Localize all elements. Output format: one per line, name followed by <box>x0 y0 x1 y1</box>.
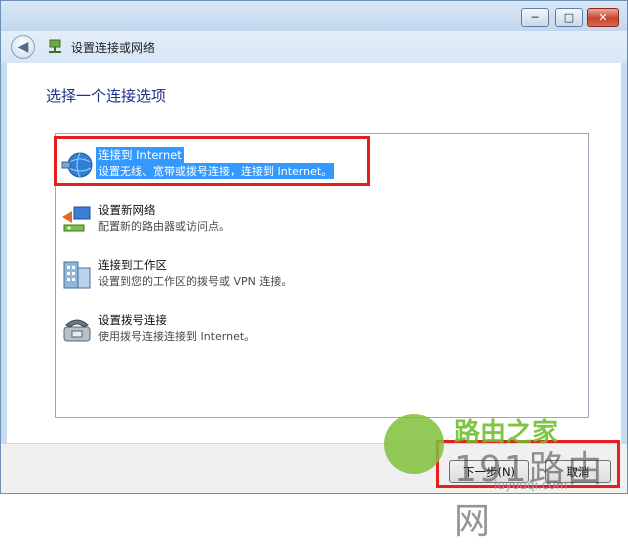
option-dialup[interactable]: 设置拨号连接 使用拨号连接连接到 Internet。 <box>60 309 580 353</box>
option-description: 设置到您的工作区的拨号或 VPN 连接。 <box>98 275 293 288</box>
option-title: 连接到工作区 <box>98 258 167 272</box>
close-button[interactable]: ✕ <box>587 8 619 27</box>
option-description: 配置新的路由器或访问点。 <box>98 220 230 233</box>
option-title: 设置新网络 <box>98 203 156 217</box>
wizard-title: 设置连接或网络 <box>71 41 156 55</box>
workplace-icon <box>63 261 91 289</box>
network-setup-icon <box>49 39 61 53</box>
navigation-bar: ◀ 设置连接或网络 <box>1 31 627 63</box>
option-workplace[interactable]: 连接到工作区 设置到您的工作区的拨号或 VPN 连接。 <box>60 254 580 298</box>
dialup-phone-icon <box>63 319 91 342</box>
page-heading: 选择一个连接选项 <box>46 87 167 105</box>
back-button[interactable]: ◀ <box>11 35 35 59</box>
option-new-network[interactable]: 设置新网络 配置新的路由器或访问点。 <box>60 199 580 243</box>
highlight-box-internet-option <box>54 136 370 186</box>
wizard-window: ─ □ ✕ ◀ 设置连接或网络 选择一个连接选项 连接到 Internet 设置… <box>0 0 628 494</box>
minimize-button[interactable]: ─ <box>521 8 549 27</box>
option-title: 设置拨号连接 <box>98 313 167 327</box>
maximize-button[interactable]: □ <box>555 8 583 27</box>
highlight-box-next-button <box>436 440 620 488</box>
new-network-icon <box>62 206 91 232</box>
option-description: 使用拨号连接连接到 Internet。 <box>98 330 256 343</box>
wizard-content: 选择一个连接选项 连接到 Internet 设置无线、宽带或拨号连接，连接到 I… <box>7 63 621 443</box>
title-bar: ─ □ ✕ <box>1 1 627 31</box>
